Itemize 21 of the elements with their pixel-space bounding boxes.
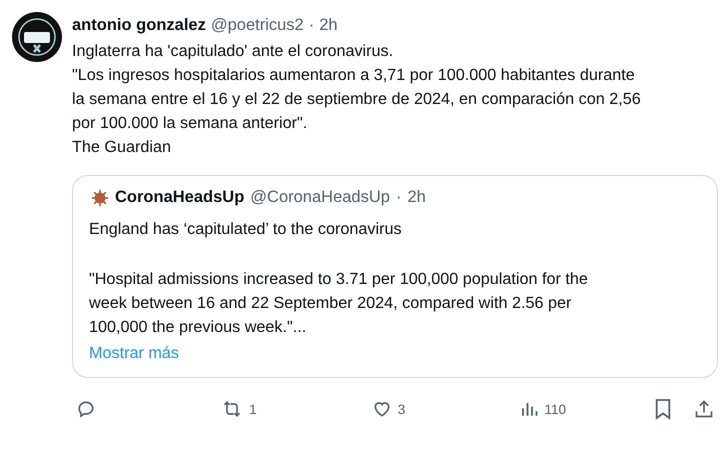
heart-icon[interactable]	[372, 399, 392, 419]
post-text: Inglaterra ha 'capitulado' ante el coronavirus. "Los ingresos hospitalarios aumentaron a 3,71 por 100.000 habitantes durante la semana entre el 16 y el 22 de septiembre de 2024, en comparación con 2,56 por 100.000 la semana anterior". The Guardian	[72, 41, 642, 158]
quote-text: "Hospital admissions increased to 3.71 per 100,000 population for the week between 16 and 22 September 2024, compared with 2.56 per 100,000 the previous week."...	[89, 269, 589, 338]
bookmark-icon[interactable]	[654, 398, 672, 420]
action-count: 1	[249, 402, 257, 416]
virus-avatar[interactable]	[91, 188, 109, 206]
post-time[interactable]: 2h	[407, 188, 426, 207]
reply-icon[interactable]	[76, 399, 96, 419]
separator-dot: ·	[308, 15, 314, 35]
avatar[interactable]	[12, 12, 62, 62]
action-count: 3	[398, 402, 406, 416]
action-count: 110	[544, 402, 566, 416]
quoted-post[interactable]	[72, 175, 718, 378]
author-handle[interactable]: @CoronaHeadsUp	[250, 188, 390, 207]
author-name[interactable]: antonio gonzalez	[72, 15, 206, 35]
separator-dot: ·	[396, 188, 402, 207]
author-handle[interactable]: @poetricus2	[210, 15, 304, 35]
author-name[interactable]: CoronaHeadsUp	[115, 188, 244, 207]
quote-title: England has ‘capitulated’ to the coronavirus	[89, 219, 403, 240]
share-icon[interactable]	[694, 399, 714, 419]
post-time[interactable]: 2h	[319, 15, 338, 35]
